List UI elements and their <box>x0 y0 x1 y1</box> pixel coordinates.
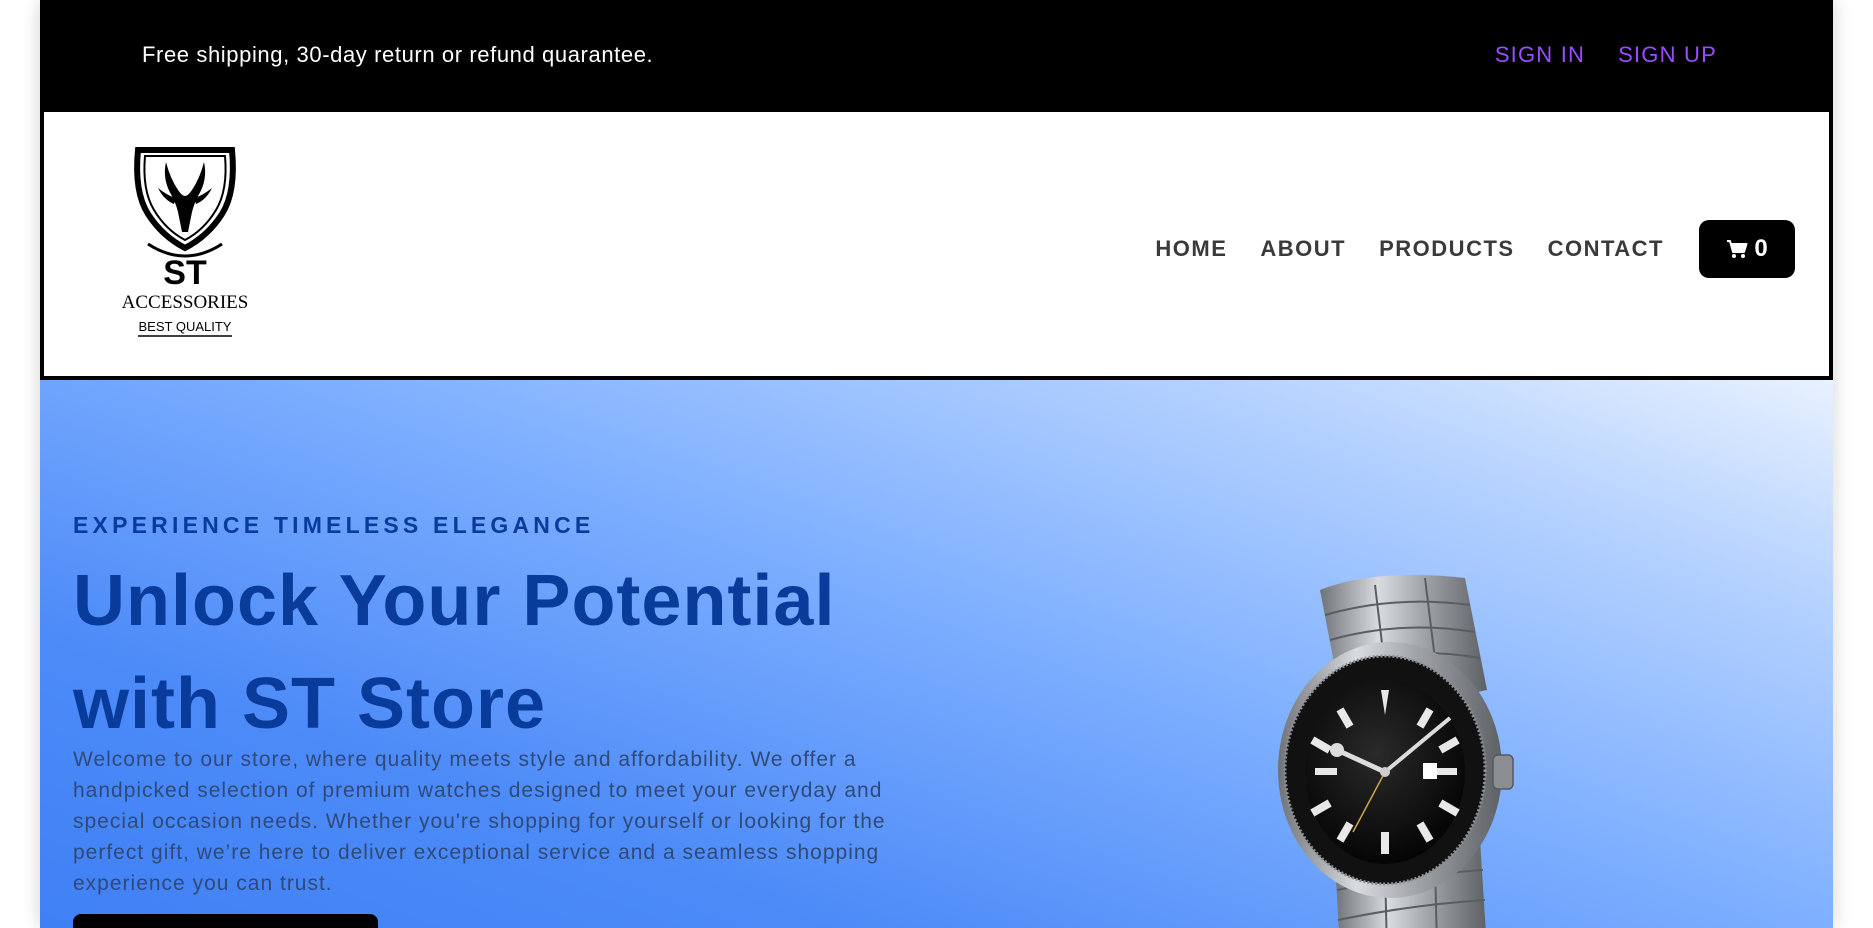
cart-count: 0 <box>1754 235 1768 262</box>
brand-name: ST <box>163 254 207 292</box>
brand-tagline: ACCESSORIES <box>122 292 249 313</box>
nav-contact[interactable]: CONTACT <box>1548 236 1664 262</box>
top-announcement-bar: Free shipping, 30-day return or refund q… <box>40 0 1833 108</box>
hero-headline-line1: Unlock Your Potential <box>73 561 836 641</box>
site-header: ST ACCESSORIES BEST QUALITY HOME ABOUT P… <box>40 108 1833 380</box>
brand-quality: BEST QUALITY <box>139 319 232 334</box>
hero-cta-button[interactable] <box>73 914 378 928</box>
nav-home[interactable]: HOME <box>1155 236 1227 262</box>
nav-about[interactable]: ABOUT <box>1260 236 1346 262</box>
shopping-cart-icon <box>1727 240 1748 258</box>
watch-product-image <box>1278 574 1514 928</box>
cart-button[interactable]: 0 <box>1699 220 1795 278</box>
hero-headline-line2: with ST Store <box>73 664 547 744</box>
page: Free shipping, 30-day return or refund q… <box>40 0 1833 928</box>
hero-headline: Unlock Your Potential with ST Store <box>73 550 973 756</box>
promo-text: Free shipping, 30-day return or refund q… <box>142 42 654 67</box>
sign-up-link[interactable]: SIGN UP <box>1618 42 1717 68</box>
brand-logo[interactable]: ST ACCESSORIES BEST QUALITY <box>118 144 252 340</box>
sign-in-link[interactable]: SIGN IN <box>1495 42 1585 68</box>
main-nav: HOME ABOUT PRODUCTS CONTACT 0 <box>1155 220 1795 278</box>
hero-eyebrow: EXPERIENCE TIMELESS ELEGANCE <box>73 512 595 538</box>
auth-links: SIGN IN SIGN UP <box>1495 42 1717 68</box>
hero-description: Welcome to our store, where quality meet… <box>73 748 886 895</box>
hero-section: EXPERIENCE TIMELESS ELEGANCE Unlock Your… <box>40 380 1833 928</box>
nav-products[interactable]: PRODUCTS <box>1379 236 1514 262</box>
